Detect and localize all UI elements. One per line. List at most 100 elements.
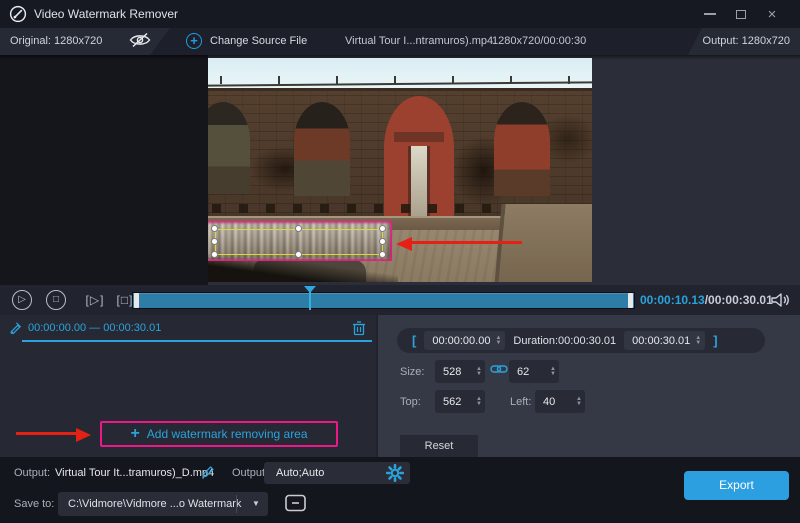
watermark-list-panel: 00:00:00.00 — 00:00:30.01 + Add watermar… [0, 315, 376, 457]
add-watermark-area-button[interactable]: + Add watermark removing area [100, 421, 338, 447]
spin-down-icon[interactable]: ▼ [476, 372, 482, 377]
end-time-input[interactable]: 00:00:30.01 ▲▼ [624, 331, 705, 350]
export-button[interactable]: Export [684, 471, 789, 500]
stop-button[interactable]: □ [46, 290, 66, 310]
toolbar: Original: 1280x720 + Change Source File … [0, 28, 800, 55]
source-file-info: 1280x720/00:00:30 [492, 28, 586, 55]
annotation-arrow-shaft [16, 432, 78, 435]
output-resolution-label: Output: 1280x720 [703, 28, 790, 55]
segment-selected-underline [22, 340, 372, 342]
video-arch-window-3 [494, 102, 550, 196]
brush-pen-icon [8, 320, 23, 335]
spin-down-icon[interactable]: ▼ [576, 402, 582, 407]
close-button[interactable]: × [760, 0, 784, 28]
dropdown-arrow-icon[interactable]: ▼ [244, 492, 268, 516]
trash-icon[interactable] [352, 320, 367, 336]
app-window: Video Watermark Remover × Original: 1280… [0, 0, 800, 523]
set-end-bracket-button[interactable]: ] [713, 333, 717, 348]
save-path-combobox[interactable]: C:\Vidmore\Vidmore ...o Watermark Remove… [58, 492, 268, 516]
time-range-group: [ 00:00:00.00 ▲▼ Duration:00:00:30.01 00… [397, 328, 765, 353]
top-label: Top: [400, 391, 421, 414]
segment-play-button[interactable]: [▷] [82, 290, 108, 310]
spin-down-icon[interactable]: ▼ [695, 341, 701, 346]
maximize-icon [736, 10, 746, 19]
selection-handle[interactable] [211, 238, 218, 245]
save-to-label: Save to: [14, 493, 54, 515]
annotation-arrow-shaft [410, 241, 522, 244]
spinner-control[interactable]: ▲▼ [576, 397, 582, 407]
timeline-track[interactable] [132, 292, 635, 309]
selection-handle[interactable] [211, 225, 218, 232]
segment-time-range[interactable]: 00:00:00.00 — 00:00:30.01 [28, 315, 161, 341]
current-time: 00:00:10.13 [640, 293, 705, 307]
reset-button[interactable]: Reset [400, 435, 478, 457]
play-button[interactable]: ▷ [12, 290, 32, 310]
timeline-start-handle[interactable] [134, 293, 139, 308]
add-watermark-area-label: Add watermark removing area [147, 427, 308, 441]
spinner-control[interactable]: ▲▼ [550, 367, 556, 377]
output-name-label: Output: [14, 462, 50, 484]
original-info-tab: Original: 1280x720 [0, 28, 170, 55]
output-file-name: Virtual Tour It...tramuros)_D.mp4 [55, 462, 214, 484]
video-arch-window-1 [208, 102, 250, 194]
left-input[interactable]: 40 ▲▼ [535, 390, 585, 413]
area-properties-panel: [ 00:00:00.00 ▲▼ Duration:00:00:30.01 00… [376, 315, 800, 457]
left-label: Left: [510, 391, 531, 414]
spinner-control[interactable]: ▲▼ [695, 336, 701, 346]
selection-handle[interactable] [295, 251, 302, 258]
spinner-control[interactable]: ▲▼ [476, 397, 482, 407]
stage-left-backdrop [0, 55, 208, 285]
playhead-line[interactable] [309, 291, 311, 310]
set-start-bracket-button[interactable]: [ [412, 333, 416, 348]
selection-handle[interactable] [211, 251, 218, 258]
save-path-value: C:\Vidmore\Vidmore ...o Watermark Remove… [68, 498, 241, 523]
plus-circle-icon[interactable]: + [186, 33, 202, 49]
spin-down-icon[interactable]: ▼ [550, 372, 556, 377]
source-file-name: Virtual Tour I...ntramuros).mp4 [345, 28, 493, 55]
output-info-tab: Output: 1280x720 [688, 28, 800, 55]
gear-icon[interactable] [386, 464, 404, 482]
eye-off-icon[interactable] [128, 32, 152, 50]
time-display: 00:00:10.13/00:00:30.01 [640, 285, 773, 315]
original-resolution-label: Original: 1280x720 [10, 28, 102, 55]
watermark-selection-box[interactable] [208, 221, 392, 261]
edit-pencil-icon[interactable] [201, 465, 215, 479]
plus-icon: + [130, 426, 139, 442]
spin-down-icon[interactable]: ▼ [495, 341, 501, 346]
title-bar: Video Watermark Remover × [0, 0, 800, 28]
spinner-control[interactable]: ▲▼ [495, 336, 501, 346]
selection-handle[interactable] [295, 225, 302, 232]
minimize-button[interactable] [698, 0, 722, 28]
duration-label: Duration:00:00:30.01 [513, 335, 616, 347]
size-label: Size: [400, 361, 424, 384]
timeline-end-handle[interactable] [628, 293, 633, 308]
spin-down-icon[interactable]: ▼ [476, 402, 482, 407]
preview-stage [0, 55, 800, 285]
selection-handle[interactable] [379, 251, 386, 258]
playhead-marker[interactable] [304, 286, 316, 293]
volume-icon[interactable] [770, 292, 790, 308]
maximize-button[interactable] [729, 0, 753, 28]
video-arch-door [384, 96, 454, 220]
width-input[interactable]: 528 ▲▼ [435, 360, 485, 383]
top-input[interactable]: 562 ▲▼ [435, 390, 485, 413]
transport-bar: ▷ □ [▷] [□] 00:00:10.13/00:00:30.01 [0, 285, 800, 315]
height-input[interactable]: 62 ▲▼ [509, 360, 559, 383]
spinner-control[interactable]: ▲▼ [476, 367, 482, 377]
output-format-label: Output: [232, 462, 268, 484]
app-logo-icon [9, 5, 27, 23]
link-aspect-icon[interactable] [490, 363, 508, 375]
minimize-icon [704, 13, 716, 15]
change-source-file-button[interactable]: Change Source File [210, 28, 307, 55]
combo-divider [236, 495, 237, 513]
open-folder-icon[interactable] [284, 493, 310, 515]
selection-handle[interactable] [379, 225, 386, 232]
annotation-arrow-head [76, 428, 91, 442]
start-time-input[interactable]: 00:00:00.00 ▲▼ [424, 331, 505, 350]
annotation-arrow-head [396, 237, 412, 251]
video-arch-window-2 [294, 102, 350, 196]
app-title: Video Watermark Remover [34, 0, 178, 28]
selection-handle[interactable] [379, 238, 386, 245]
total-time: /00:00:30.01 [705, 293, 773, 307]
footer-bar: Output: Virtual Tour It...tramuros)_D.mp… [0, 457, 800, 523]
